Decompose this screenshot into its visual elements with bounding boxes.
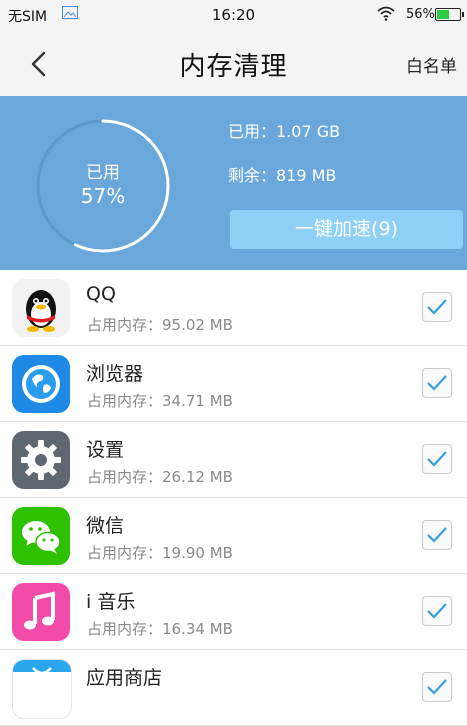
list-item[interactable]: QQ 占用内存：95.02 MB	[0, 270, 467, 346]
check-icon	[427, 603, 447, 619]
app-memory-usage: 占用内存：16.34 MB	[87, 620, 233, 638]
app-memory-usage: 占用内存：34.71 MB	[87, 392, 233, 410]
app-memory-usage: 占用内存：19.90 MB	[87, 544, 233, 562]
qq-penguin-icon	[12, 279, 70, 337]
app-name: 应用商店	[86, 667, 163, 689]
check-icon	[427, 527, 447, 543]
app-select-checkbox[interactable]	[422, 596, 452, 626]
battery-percent: 56%	[406, 7, 435, 22]
one-tap-boost-button[interactable]: 一键加速(9)	[230, 210, 463, 249]
check-icon	[427, 375, 447, 391]
app-name: QQ	[86, 283, 116, 305]
app-name: i 音乐	[86, 591, 136, 613]
status-bar: 无SIM 16:20 56%	[0, 0, 467, 30]
app-memory-usage: 占用内存：26.12 MB	[87, 468, 233, 486]
app-select-checkbox[interactable]	[422, 292, 452, 322]
browser-globe-icon	[12, 355, 70, 413]
used-memory-text: 已用：1.07 GB	[228, 122, 341, 141]
app-store-icon	[12, 659, 72, 719]
wifi-icon	[377, 6, 395, 21]
check-icon	[427, 299, 447, 315]
app-name: 浏览器	[86, 363, 144, 385]
music-note-icon	[12, 583, 70, 641]
check-icon	[427, 451, 447, 467]
list-item[interactable]: 微信 占用内存：19.90 MB	[0, 498, 467, 574]
ring-used-label: 已用	[86, 163, 120, 183]
list-item[interactable]: 应用商店	[0, 650, 467, 726]
list-item[interactable]: 设置 占用内存：26.12 MB	[0, 422, 467, 498]
app-select-checkbox[interactable]	[422, 520, 452, 550]
check-icon	[427, 679, 447, 695]
app-list: QQ 占用内存：95.02 MB 浏览器 占用内存：34.71 MB 设置 占用…	[0, 270, 467, 726]
clock: 16:20	[211, 6, 256, 24]
ring-used-percent: 57%	[80, 184, 126, 208]
wechat-icon	[12, 507, 70, 565]
list-item[interactable]: 浏览器 占用内存：34.71 MB	[0, 346, 467, 422]
settings-gear-icon	[12, 431, 70, 489]
whitelist-button[interactable]: 白名单	[406, 52, 457, 77]
app-select-checkbox[interactable]	[422, 444, 452, 474]
battery-icon	[435, 8, 464, 21]
app-select-checkbox[interactable]	[422, 368, 452, 398]
nav-bar: 内存清理 白名单	[0, 30, 467, 96]
page-title: 内存清理	[179, 52, 288, 82]
free-memory-text: 剩余：819 MB	[228, 166, 337, 185]
app-memory-usage: 占用内存：95.02 MB	[87, 316, 233, 334]
app-select-checkbox[interactable]	[422, 672, 452, 702]
app-name: 微信	[86, 515, 125, 537]
memory-summary-panel: 已用 57% 已用：1.07 GB 剩余：819 MB 一键加速(9)	[0, 96, 467, 270]
app-name: 设置	[86, 439, 125, 461]
list-item[interactable]: i 音乐 占用内存：16.34 MB	[0, 574, 467, 650]
